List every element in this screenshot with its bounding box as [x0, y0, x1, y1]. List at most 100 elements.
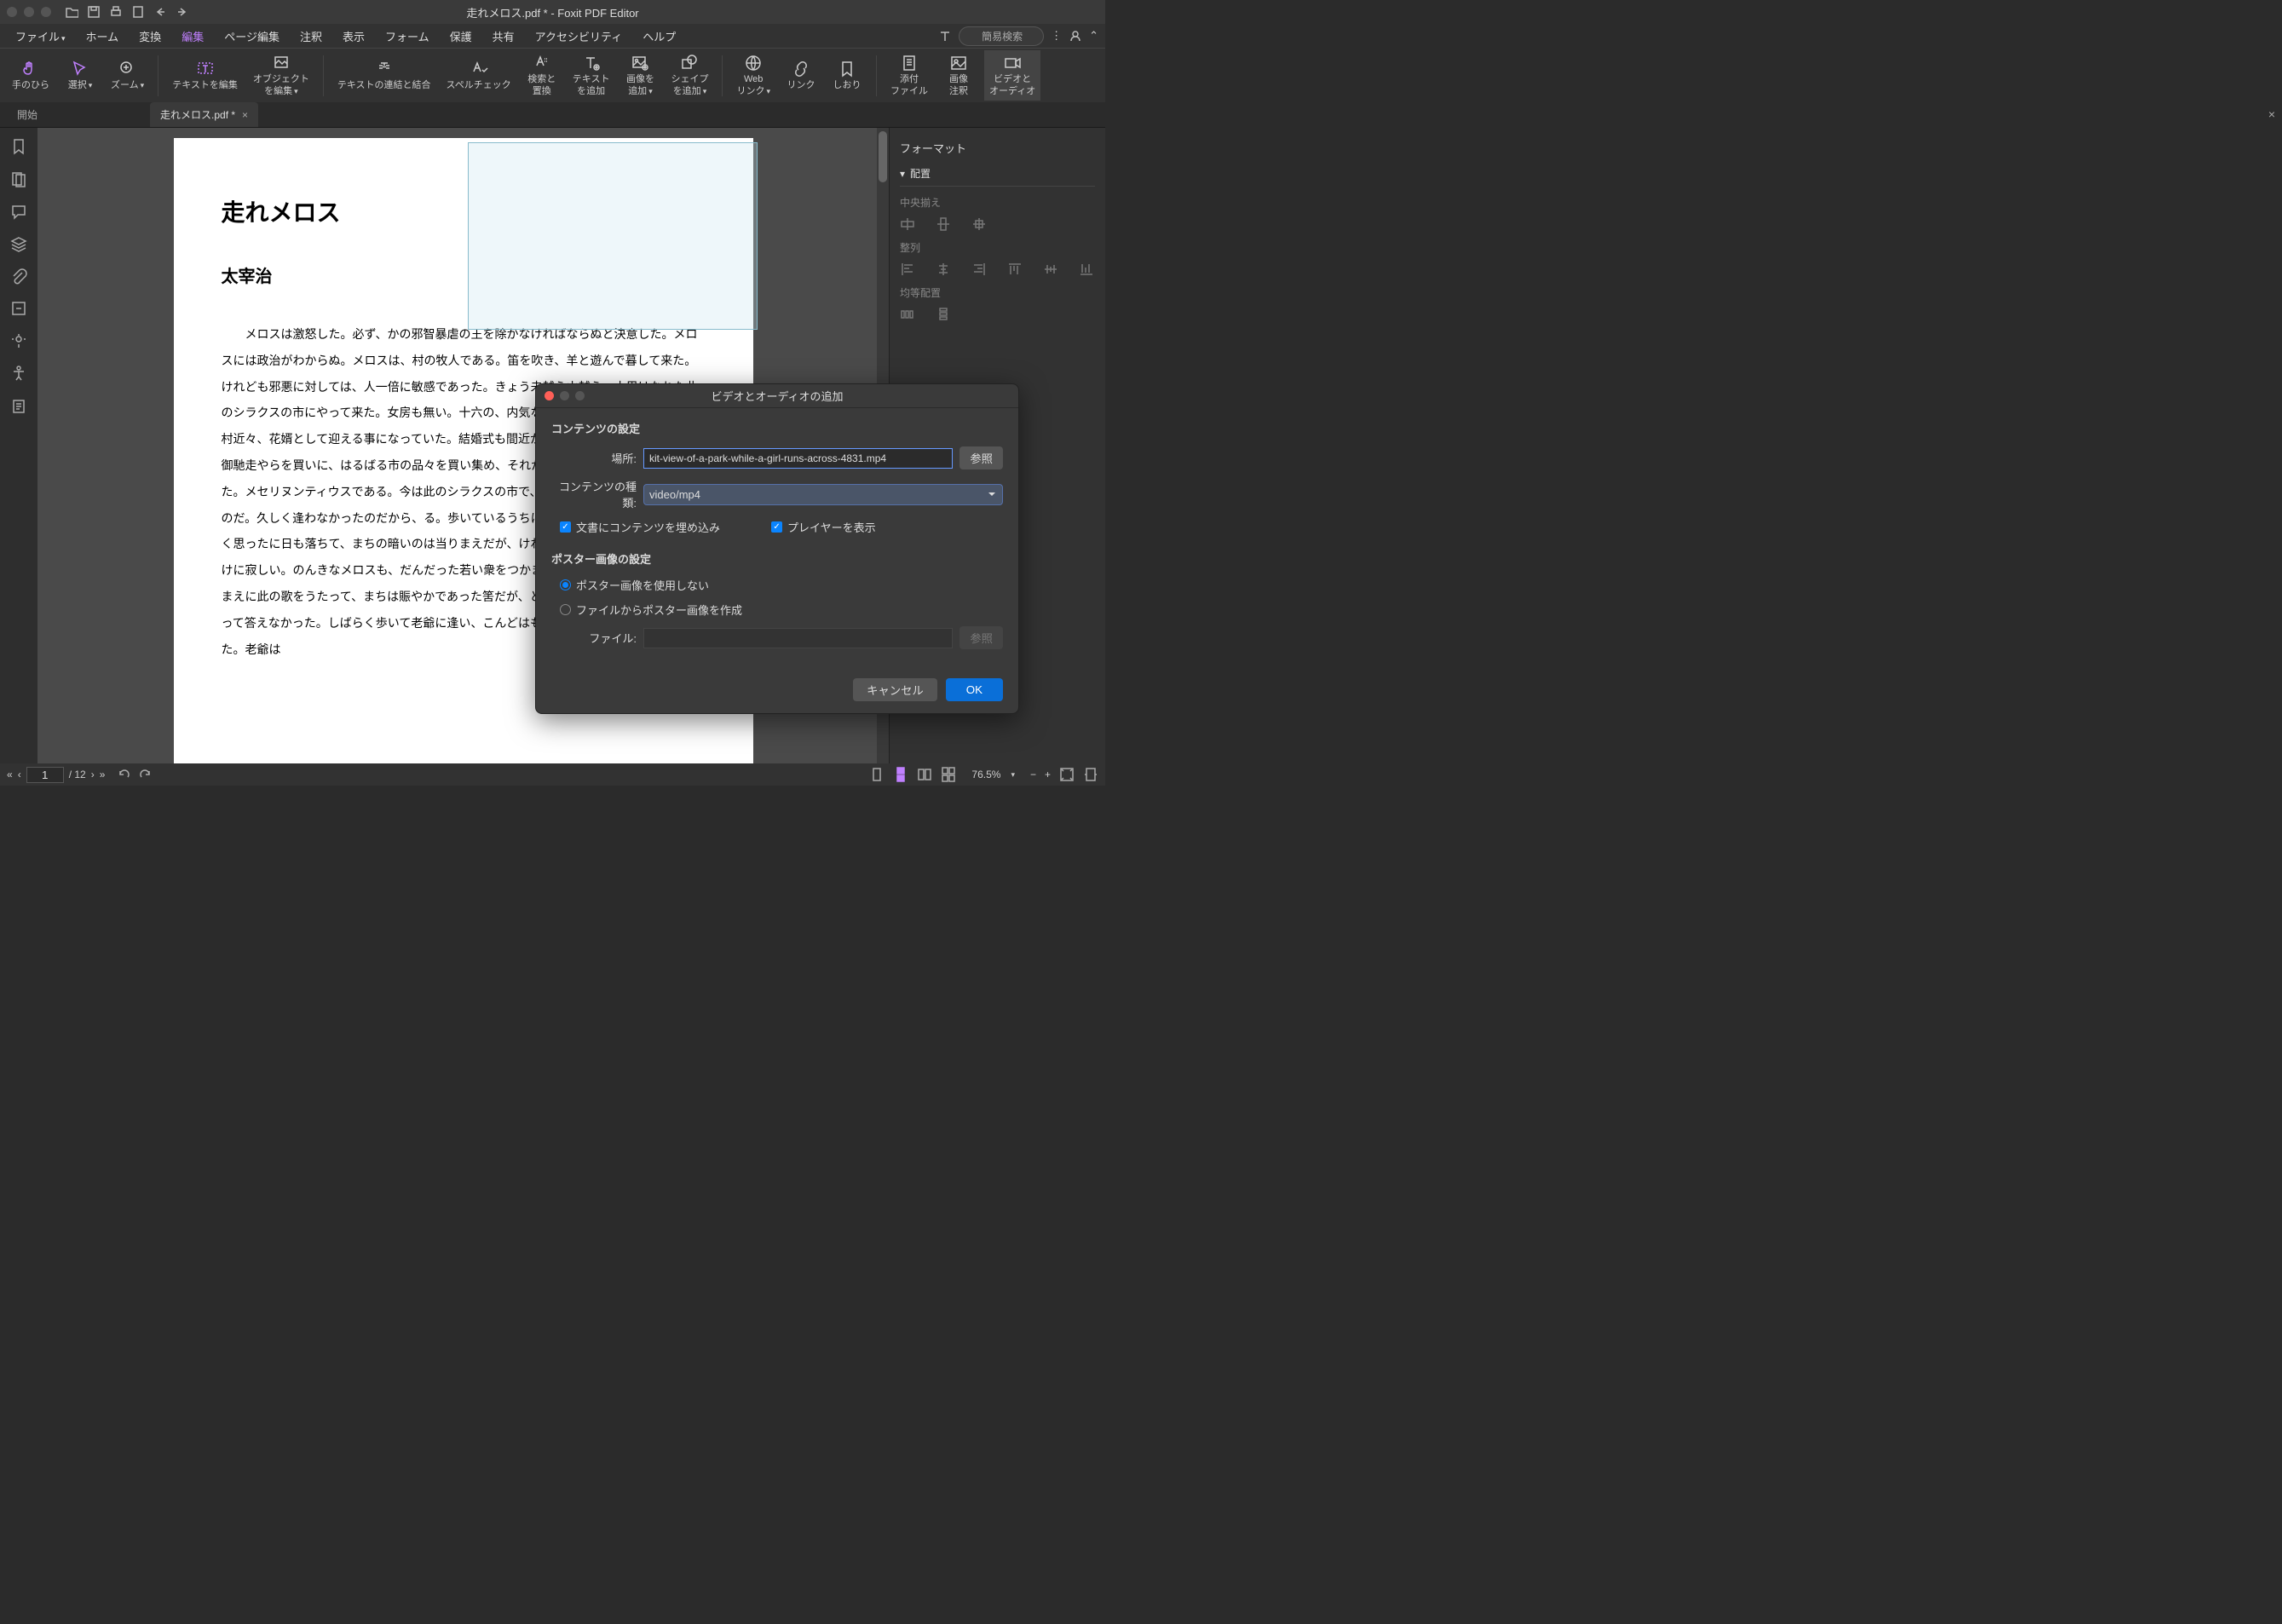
- tab-document[interactable]: 走れメロス.pdf * ×: [150, 102, 258, 127]
- facing-icon[interactable]: [917, 767, 932, 782]
- rotate-right-icon[interactable]: [137, 767, 153, 782]
- poster-from-file-radio[interactable]: ファイルからポスター画像を作成: [560, 602, 742, 618]
- menu-accessibility[interactable]: アクセシビリティ: [527, 25, 631, 48]
- comments-panel-icon[interactable]: [10, 203, 27, 220]
- ok-button[interactable]: OK: [946, 678, 1003, 701]
- facing-continuous-icon[interactable]: [941, 767, 956, 782]
- align-bottom-icon[interactable]: [1079, 262, 1094, 277]
- bookmarks-panel-icon[interactable]: [10, 138, 27, 155]
- menu-home[interactable]: ホーム: [78, 25, 128, 48]
- link-button[interactable]: リンク: [781, 56, 821, 95]
- redo-icon[interactable]: [176, 5, 189, 19]
- menu-annotate[interactable]: 注釈: [291, 25, 331, 48]
- zoom-tool-button[interactable]: ズーム▾: [106, 56, 149, 95]
- window-controls: [7, 7, 51, 17]
- next-page-icon[interactable]: ›: [91, 769, 95, 780]
- rotate-left-icon[interactable]: [117, 767, 132, 782]
- layers-panel-icon[interactable]: [10, 235, 27, 252]
- continuous-icon[interactable]: [893, 767, 908, 782]
- tab-start[interactable]: 開始: [7, 102, 48, 127]
- menu-edit[interactable]: 編集: [173, 25, 212, 48]
- add-shape-icon: [680, 54, 699, 72]
- prev-page-icon[interactable]: ‹: [18, 769, 21, 780]
- align-top-icon[interactable]: [1007, 262, 1023, 277]
- spellcheck-button[interactable]: スペルチェック: [441, 56, 516, 95]
- pages-panel-icon[interactable]: [10, 170, 27, 187]
- open-icon[interactable]: [65, 5, 78, 19]
- arrange-section[interactable]: ▾配置: [900, 161, 1095, 187]
- save-icon[interactable]: [87, 5, 101, 19]
- page-total: / 12: [69, 769, 86, 780]
- cancel-button[interactable]: キャンセル: [853, 678, 937, 701]
- distribute-v-icon[interactable]: [936, 307, 951, 322]
- single-page-icon[interactable]: [869, 767, 885, 782]
- edit-text-button[interactable]: テキストを編集: [167, 56, 243, 95]
- align-right-icon[interactable]: [971, 262, 987, 277]
- scroll-thumb[interactable]: [879, 131, 887, 182]
- destinations-panel-icon[interactable]: [10, 332, 27, 349]
- video-audio-button[interactable]: ビデオと オーディオ: [984, 50, 1040, 100]
- menu-protect[interactable]: 保護: [441, 25, 481, 48]
- menu-form[interactable]: フォーム: [377, 25, 438, 48]
- add-image-button[interactable]: 画像を 追加▾: [619, 50, 660, 100]
- fields-panel-icon[interactable]: [10, 300, 27, 317]
- align-middle-icon[interactable]: [1043, 262, 1058, 277]
- zoom-level[interactable]: 76.5%: [971, 769, 1000, 780]
- center-both-icon[interactable]: [971, 216, 987, 232]
- collapse-ribbon-icon[interactable]: ⌃: [1089, 29, 1098, 43]
- browse-button[interactable]: 参照: [959, 446, 1003, 469]
- embed-checkbox[interactable]: 文書にコンテンツを埋め込み: [560, 519, 720, 535]
- bookmark-button[interactable]: しおり: [827, 56, 867, 95]
- tags-panel-icon[interactable]: [10, 397, 27, 414]
- hand-tool-button[interactable]: 手のひら: [7, 56, 55, 95]
- text-tool-icon[interactable]: [938, 29, 952, 43]
- image-annotation-button[interactable]: 画像 注釈: [938, 50, 979, 100]
- close-tab-icon[interactable]: ×: [242, 109, 248, 121]
- quick-search-input[interactable]: 簡易検索: [959, 26, 1044, 46]
- align-left-icon[interactable]: [900, 262, 915, 277]
- page-number-input[interactable]: [26, 767, 64, 783]
- menu-help[interactable]: ヘルプ: [634, 25, 684, 48]
- maximize-window[interactable]: [41, 7, 51, 17]
- close-window[interactable]: [7, 7, 17, 17]
- content-type-select[interactable]: video/mp4: [643, 484, 1003, 505]
- video-placement-rect[interactable]: [468, 142, 758, 330]
- minimize-window[interactable]: [24, 7, 34, 17]
- location-input[interactable]: [643, 448, 953, 469]
- fit-width-icon[interactable]: [1083, 767, 1098, 782]
- ribbon: 手のひら 選択▾ ズーム▾ テキストを編集 オブジェクト を編集▾ テキストの連…: [0, 48, 1105, 102]
- first-page-icon[interactable]: «: [7, 769, 13, 780]
- menu-file[interactable]: ファイル▾: [7, 25, 74, 48]
- center-v-icon[interactable]: [936, 216, 951, 232]
- distribute-h-icon[interactable]: [900, 307, 915, 322]
- close-panel-icon[interactable]: ×: [2268, 107, 2275, 121]
- attachments-panel-icon[interactable]: [10, 268, 27, 285]
- new-icon[interactable]: [131, 5, 145, 19]
- menu-more-icon[interactable]: ⋮: [1051, 29, 1062, 43]
- add-shape-button[interactable]: シェイプ を追加▾: [666, 50, 713, 100]
- last-page-icon[interactable]: »: [100, 769, 106, 780]
- attachment-button[interactable]: 添付 ファイル: [885, 50, 933, 100]
- dialog-close-icon[interactable]: [545, 391, 554, 400]
- menu-convert[interactable]: 変換: [130, 25, 170, 48]
- edit-object-button[interactable]: オブジェクト を編集▾: [248, 50, 314, 100]
- align-center-h-icon[interactable]: [936, 262, 951, 277]
- zoom-out-icon[interactable]: −: [1030, 769, 1036, 780]
- show-player-checkbox[interactable]: プレイヤーを表示: [771, 519, 876, 535]
- center-h-icon[interactable]: [900, 216, 915, 232]
- menu-share[interactable]: 共有: [484, 25, 523, 48]
- add-text-button[interactable]: テキスト を追加: [568, 50, 615, 100]
- fit-page-icon[interactable]: [1059, 767, 1075, 782]
- select-tool-button[interactable]: 選択▾: [60, 56, 101, 95]
- menu-view[interactable]: 表示: [334, 25, 373, 48]
- user-icon[interactable]: [1069, 29, 1082, 43]
- no-poster-radio[interactable]: ポスター画像を使用しない: [560, 577, 709, 593]
- search-replace-button[interactable]: 検索と 置換: [522, 50, 562, 100]
- undo-icon[interactable]: [153, 5, 167, 19]
- accessibility-panel-icon[interactable]: [10, 365, 27, 382]
- web-link-button[interactable]: Web リンク▾: [731, 50, 775, 100]
- link-join-text-button[interactable]: テキストの連結と結合: [332, 56, 436, 95]
- print-icon[interactable]: [109, 5, 123, 19]
- zoom-in-icon[interactable]: +: [1045, 769, 1051, 780]
- menu-page-edit[interactable]: ページ編集: [216, 25, 288, 48]
